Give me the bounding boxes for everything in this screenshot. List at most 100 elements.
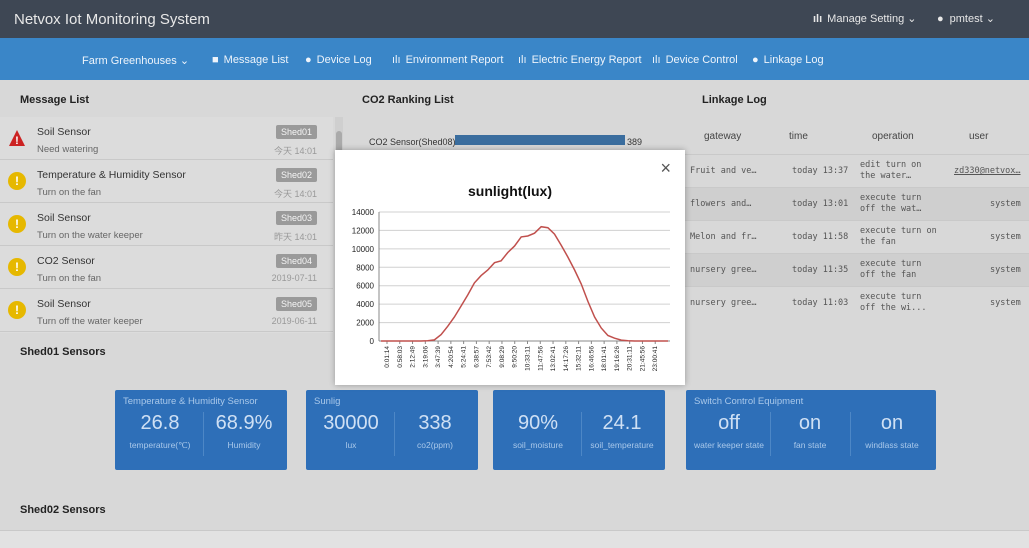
humidity-label: Humidity [227, 440, 261, 450]
table-row[interactable]: flowers and… today 13:01 execute turn of… [684, 187, 1029, 220]
x-tick-label: 21:45:56 [639, 346, 646, 372]
cell-operation-line1: execute turn [860, 292, 922, 302]
x-tick-label: 0:58:03 [397, 346, 404, 368]
x-tick-label: 23:00:41 [652, 346, 659, 372]
x-tick-label: 19:16:26 [614, 346, 621, 372]
cell-user: system [990, 199, 1021, 209]
card-divider [394, 412, 395, 456]
message-item[interactable]: ! Temperature & Humidity Sensor Turn on … [0, 160, 333, 203]
cell-gateway: nursery gree… [690, 298, 757, 308]
sunlight-co2-card[interactable]: Sunlig 30000 lux 338 co2(ppm) [306, 390, 478, 470]
y-tick-label: 12000 [352, 226, 375, 235]
cell-operation-line1: execute turn [860, 193, 922, 203]
y-tick-label: 6000 [356, 282, 374, 291]
table-row[interactable]: nursery gree… today 11:03 execute turn o… [684, 286, 1029, 319]
message-date: 今天 14:01 [273, 146, 317, 156]
sunlight-chart-modal: × sunlight(lux) 0 2000 4000 6000 8000 10000 12… [335, 150, 685, 385]
temperature-value: 26.8 [140, 412, 180, 434]
x-tick-label: 14:17:26 [563, 346, 570, 372]
soil-moisture-value: 90% [517, 412, 559, 434]
message-title: CO2 Sensor [37, 255, 95, 267]
x-tick-label: 13:02:41 [550, 346, 557, 372]
shed-badge: Shed03 [275, 211, 317, 225]
shed01-sensors: Temperature & Humidity Sensor 26.8 tempe… [0, 372, 1029, 487]
fan-state-label: fan state [793, 440, 827, 450]
shed-badge: Shed05 [275, 297, 317, 311]
nav-environment-report[interactable]: ılı Environment Report [392, 54, 503, 66]
column-header-time: time [789, 131, 808, 142]
card-divider [770, 412, 771, 456]
message-title: Soil Sensor [37, 212, 91, 224]
sunlight-chart: 0 2000 4000 6000 8000 10000 12000 14000 0:01:14 0… [352, 208, 670, 372]
warning-circle-icon: ! [8, 301, 26, 319]
y-tick-label: 2000 [356, 319, 374, 328]
warning-circle-icon: ! [8, 215, 26, 233]
message-item[interactable]: ! Soil Sensor Turn off the water keeper … [0, 289, 333, 332]
x-tick-label: 9:08:29 [499, 346, 506, 368]
nav-electric-energy-report[interactable]: ılı Electric Energy Report [518, 54, 642, 66]
manage-setting-menu[interactable]: ılı Manage Setting ⌄ [813, 12, 917, 25]
soil-temperature-label: soil_temperature [590, 440, 654, 450]
linkage-log-icon: ● [752, 54, 759, 66]
x-tick-label: 0:01:14 [384, 346, 391, 368]
message-item[interactable]: ! Soil Sensor Turn on the water keeper S… [0, 203, 333, 246]
nav-device-control[interactable]: ılı Device Control [652, 54, 738, 66]
message-item[interactable]: ! Soil Sensor Need watering Shed01 今天 14… [0, 117, 333, 160]
co2-label: co2(ppm) [417, 440, 453, 450]
nav-linkage-log[interactable]: ● Linkage Log [752, 54, 824, 66]
cell-operation-line1: execute turn on [860, 226, 937, 236]
nav-linkage-log-label: Linkage Log [763, 54, 824, 66]
user-label: pmtest ⌄ [949, 13, 995, 25]
nav-device-log[interactable]: ● Device Log [305, 54, 372, 66]
x-tick-label: 4:20:54 [448, 346, 455, 368]
message-date: 2019-07-11 [271, 273, 317, 283]
y-tick-label: 8000 [356, 263, 374, 272]
soil-card[interactable]: 90% soil_moisture 24.1 soil_temperature [493, 390, 665, 470]
y-tick-label: 14000 [352, 208, 375, 217]
soil-moisture-label: soil_moisture [512, 440, 564, 450]
shed-badge: Shed01 [275, 125, 317, 139]
nav-device-control-label: Device Control [665, 54, 738, 66]
temp-humidity-card[interactable]: Temperature & Humidity Sensor 26.8 tempe… [115, 390, 287, 470]
windlass-state-value: on [880, 412, 904, 434]
x-tick-label: 10:33:11 [525, 346, 532, 371]
user-menu[interactable]: ● pmtest ⌄ [937, 12, 995, 25]
device-log-icon: ● [305, 54, 312, 66]
cell-operation-line2: off the fan [860, 270, 917, 280]
cell-user-link[interactable]: zd330@netvox… [954, 166, 1021, 177]
ranking-bar [455, 135, 625, 145]
cell-time: today 13:37 [792, 166, 849, 176]
cell-gateway: nursery gree… [690, 265, 757, 275]
table-row[interactable]: nursery gree… today 11:35 execute turn o… [684, 253, 1029, 286]
warning-circle-icon: ! [8, 172, 26, 190]
card-title: Temperature & Humidity Sensor [123, 396, 258, 407]
ranking-value: 389 [627, 137, 643, 147]
message-date: 今天 14:01 [273, 189, 317, 199]
bar-chart-icon: ılı [813, 13, 823, 25]
cell-time: today 11:03 [792, 298, 849, 308]
y-tick-label: 4000 [356, 300, 374, 309]
column-header-gateway: gateway [704, 131, 742, 142]
table-row[interactable]: Melon and fr… today 11:58 execute turn o… [684, 220, 1029, 253]
table-row[interactable]: Fruit and ve… today 13:37 edit turn on t… [684, 154, 1029, 187]
card-divider [850, 412, 851, 456]
alert-triangle-icon: ! [8, 129, 26, 147]
card-divider [203, 412, 204, 456]
message-item[interactable]: ! CO2 Sensor Turn on the fan Shed04 2019… [0, 246, 333, 289]
nav-message-list[interactable]: ■ Message List [212, 54, 288, 66]
nav-message-list-label: Message List [223, 54, 289, 66]
windlass-state-label: windlass state [865, 440, 919, 450]
message-title: Temperature & Humidity Sensor [37, 169, 186, 181]
message-subtitle: Turn on the fan [37, 187, 102, 198]
nav-farm-greenhouses[interactable]: Farm Greenhouses ⌄ [82, 54, 189, 67]
series-line [381, 225, 668, 342]
message-subtitle: Turn on the water keeper [37, 230, 143, 241]
co2-value: 338 [418, 412, 452, 434]
switch-control-card[interactable]: Switch Control Equipment off water keepe… [686, 390, 936, 470]
ranking-label: CO2 Sensor(Shed08) [369, 137, 456, 147]
message-title: Soil Sensor [37, 126, 91, 138]
soil-temperature-value: 24.1 [602, 412, 642, 434]
nav-environment-report-label: Environment Report [405, 54, 504, 66]
shed-badge: Shed02 [275, 168, 317, 182]
cell-operation-line2: off the wat… [860, 204, 922, 214]
